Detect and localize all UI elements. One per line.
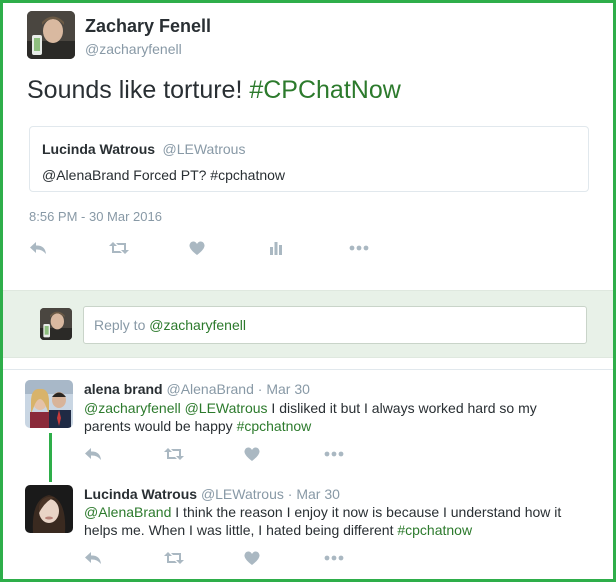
- reply-icon: [85, 552, 101, 564]
- tweet-text-body: Sounds like torture!: [27, 76, 250, 104]
- reply-1-like-button[interactable]: [244, 444, 324, 464]
- quoted-author-handle: @LEWatrous: [162, 141, 246, 157]
- quoted-tweet[interactable]: Lucinda Watrous @LEWatrous @AlenaBrand F…: [29, 126, 589, 192]
- reply-1-author-name[interactable]: alena brand: [84, 381, 163, 397]
- thread-connector: [49, 433, 52, 482]
- author-name[interactable]: Zachary Fenell: [85, 16, 211, 37]
- reply-placeholder: Reply to: [94, 317, 150, 333]
- reply-button[interactable]: [29, 238, 109, 258]
- reply-2-date[interactable]: Mar 30: [296, 486, 340, 502]
- reply-1-actions: [84, 444, 404, 464]
- reply-2-header: Lucinda Watrous @LEWatrous · Mar 30: [84, 485, 340, 503]
- reply-1-hashtag[interactable]: #cpchatnow: [237, 418, 312, 434]
- reply-1-avatar[interactable]: [25, 380, 73, 428]
- reply-2-text-b: helps me. When I was little, I hated bei…: [84, 522, 398, 538]
- quoted-text: @AlenaBrand Forced PT? #cpchatnow: [42, 167, 286, 183]
- reply-1-more-button[interactable]: [324, 444, 404, 464]
- reply-1-date[interactable]: Mar 30: [266, 381, 310, 397]
- author-handle[interactable]: @zacharyfenell: [85, 41, 182, 57]
- reply-1-reply-button[interactable]: [84, 444, 164, 464]
- author-avatar[interactable]: [27, 11, 75, 59]
- reply-1-text-b: parents would be happy: [84, 418, 237, 434]
- analytics-button[interactable]: [269, 238, 349, 258]
- current-user-avatar: [40, 308, 72, 340]
- divider: [3, 369, 613, 370]
- reply-2-more-button[interactable]: [324, 548, 404, 568]
- tweet-card: Zachary Fenell @zacharyfenell Sounds lik…: [0, 0, 616, 582]
- reply-1-retweet-button[interactable]: [164, 444, 244, 464]
- retweet-button[interactable]: [109, 238, 189, 258]
- like-button[interactable]: [189, 238, 269, 258]
- tweet-actions: [29, 238, 429, 258]
- reply-2-actions: [84, 548, 404, 568]
- reply-2-like-button[interactable]: [244, 548, 324, 568]
- reply-2-separator: ·: [287, 486, 293, 502]
- tweet-hashtag-link[interactable]: #CPChatNow: [249, 76, 400, 104]
- reply-1-text-a: I disliked it but I always worked hard s…: [267, 400, 537, 416]
- reply-1-text-line2: parents would be happy #cpchatnow: [84, 417, 311, 435]
- reply-bar: Reply to @zacharyfenell: [3, 290, 613, 358]
- reply-2-author-name[interactable]: Lucinda Watrous: [84, 486, 197, 502]
- more-button[interactable]: [349, 238, 429, 258]
- reply-1-text-line1: @zacharyfenell @LEWatrous I disliked it …: [84, 399, 537, 417]
- reply-2-retweet-button[interactable]: [164, 548, 244, 568]
- reply-2-text-line1: @AlenaBrand I think the reason I enjoy i…: [84, 503, 561, 521]
- reply-input[interactable]: Reply to @zacharyfenell: [83, 306, 587, 344]
- heart-icon: [244, 550, 260, 565]
- reply-2-avatar[interactable]: [25, 485, 73, 533]
- reply-2-mentions[interactable]: @AlenaBrand: [84, 504, 171, 520]
- reply-1-separator: ·: [257, 381, 263, 397]
- more-icon: [324, 451, 344, 457]
- analytics-icon: [270, 242, 282, 255]
- more-icon: [349, 245, 369, 251]
- tweet-timestamp[interactable]: 8:56 PM - 30 Mar 2016: [29, 209, 162, 224]
- tweet-text: Sounds like torture! #CPChatNow: [27, 76, 401, 105]
- heart-icon: [244, 446, 260, 461]
- reply-1-mentions[interactable]: @zacharyfenell @LEWatrous: [84, 400, 268, 416]
- retweet-icon: [164, 552, 184, 564]
- reply-icon: [30, 242, 46, 254]
- reply-1-author-handle[interactable]: @AlenaBrand: [166, 381, 253, 397]
- quoted-author-name: Lucinda Watrous: [42, 141, 156, 157]
- reply-2-reply-button[interactable]: [84, 548, 164, 568]
- reply-icon: [85, 448, 101, 460]
- reply-2-hashtag[interactable]: #cpchatnow: [397, 522, 472, 538]
- heart-icon: [189, 240, 205, 255]
- reply-mention: @zacharyfenell: [149, 317, 246, 333]
- reply-2-text-a: I think the reason I enjoy it now is bec…: [171, 504, 562, 520]
- retweet-icon: [164, 448, 184, 460]
- retweet-icon: [109, 242, 129, 254]
- more-icon: [324, 555, 344, 561]
- reply-2-author-handle[interactable]: @LEWatrous: [201, 486, 284, 502]
- reply-1-header: alena brand @AlenaBrand · Mar 30: [84, 380, 310, 398]
- reply-2-text-line2: helps me. When I was little, I hated bei…: [84, 521, 472, 539]
